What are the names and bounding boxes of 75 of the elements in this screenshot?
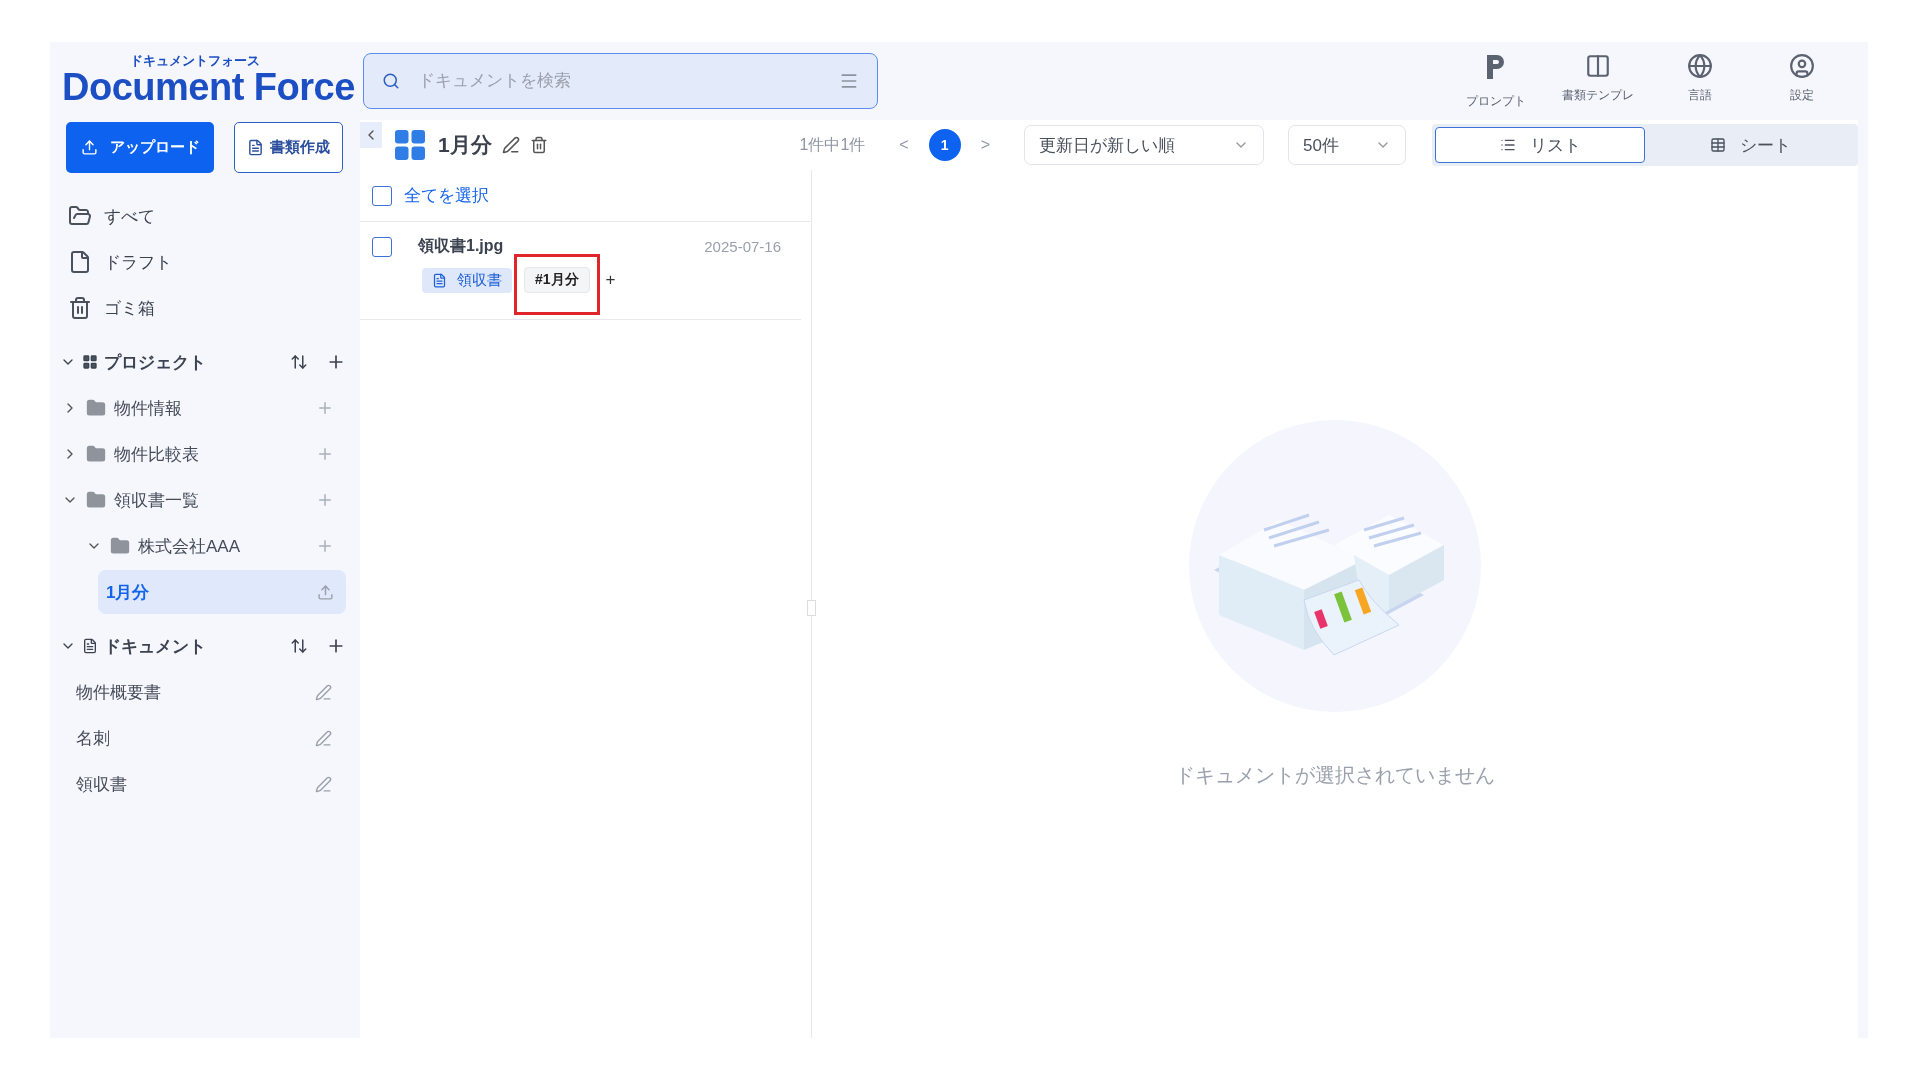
list-icon <box>1499 137 1516 153</box>
view-tab[interactable]: リスト <box>1435 127 1645 163</box>
add-tag-button[interactable]: + <box>601 270 620 290</box>
section-header[interactable]: プロジェクト <box>54 339 346 385</box>
document-type-item[interactable]: 名刺 <box>54 715 346 761</box>
checkbox[interactable] <box>372 236 392 257</box>
upload-icon <box>317 583 334 601</box>
tree-item[interactable]: 物件情報 <box>54 386 346 430</box>
plus-icon <box>316 537 334 555</box>
sort-select[interactable]: 更新日が新しい順 <box>1024 125 1264 165</box>
folder-icon <box>86 444 106 464</box>
document-icon <box>432 272 447 288</box>
plus-icon <box>316 399 334 417</box>
nav-item[interactable]: ゴミ箱 <box>54 285 346 331</box>
folder-title: 1月分 <box>438 132 492 158</box>
checkbox[interactable] <box>372 185 392 206</box>
document-type-tag: 領収書 <box>422 267 512 293</box>
tree-item[interactable]: 物件比較表 <box>54 432 346 476</box>
document-icon <box>247 139 264 156</box>
result-count: 1件中1件 <box>799 134 866 155</box>
tree-item[interactable]: 株式会社AAA <box>54 524 346 568</box>
edit-icon <box>315 683 332 701</box>
trash-icon <box>529 136 548 154</box>
folder-icon <box>86 398 106 418</box>
grid-icon <box>392 127 428 163</box>
folder-icon <box>86 490 106 510</box>
user-circle-icon <box>1789 52 1815 79</box>
empty-message: ドキュメントが選択されていません <box>1175 763 1495 788</box>
page-button[interactable]: 1 <box>928 129 961 161</box>
header-action-button[interactable]: 書類テンプレ <box>1562 52 1634 110</box>
document-type-item[interactable]: 領収書 <box>54 761 346 807</box>
nav-item[interactable]: すべて <box>54 193 346 239</box>
document-date: 2025-07-16 <box>704 238 781 255</box>
edit-icon <box>315 775 332 793</box>
folder-icon <box>110 536 130 556</box>
document-type-item[interactable]: 物件概要書 <box>54 669 346 715</box>
folder-icon <box>68 204 92 228</box>
document-icon <box>82 638 98 654</box>
tag[interactable]: #1月分 <box>524 267 590 293</box>
document-name: 領収書1.jpg <box>418 236 504 256</box>
section-title: ドキュメント <box>104 635 206 658</box>
view-tab[interactable]: シート <box>1645 127 1855 163</box>
logo: Document Force <box>62 67 356 107</box>
select-all-checkbox[interactable]: 全てを選択 <box>360 170 811 222</box>
search-input[interactable]: ドキュメントを検索 <box>416 70 823 92</box>
globe-icon <box>1687 52 1713 79</box>
sort-icon <box>290 353 308 371</box>
search-icon <box>382 72 400 90</box>
plus-icon <box>316 445 334 463</box>
tree-item[interactable]: 領収書一覧 <box>54 478 346 522</box>
grid-icon <box>82 354 98 370</box>
table-icon <box>1709 137 1726 153</box>
upload-button[interactable]: アップロード <box>66 122 214 173</box>
upload-icon <box>80 139 98 156</box>
nav-item[interactable]: ドラフト <box>54 239 346 285</box>
header-action-button[interactable]: 設定 <box>1766 52 1838 110</box>
edit-icon <box>501 136 520 154</box>
search-bar[interactable]: ドキュメントを検索 <box>363 53 878 109</box>
document-card[interactable]: 領収書1.jpg 2025-07-16 領収書 #1月分 + <box>360 222 801 320</box>
plus-icon <box>316 491 334 509</box>
file-icon <box>68 250 92 274</box>
trash-icon <box>68 296 92 320</box>
create-document-button[interactable]: 書類作成 <box>234 122 343 173</box>
header-action-button[interactable]: 言語 <box>1664 52 1736 110</box>
tree-item[interactable]: 1月分 <box>98 570 346 614</box>
page-size-select[interactable]: 50件 <box>1288 125 1406 165</box>
section-header[interactable]: ドキュメント <box>54 623 346 669</box>
resize-handle[interactable] <box>807 600 816 616</box>
header-action-button[interactable]: プロンプト <box>1460 52 1532 110</box>
menu-icon <box>839 71 859 91</box>
edit-icon <box>315 729 332 747</box>
section-title: プロジェクト <box>104 351 206 374</box>
sort-icon <box>290 637 308 655</box>
logo-subtitle: ドキュメントフォース <box>130 55 261 67</box>
split-panel-icon <box>1585 52 1611 79</box>
